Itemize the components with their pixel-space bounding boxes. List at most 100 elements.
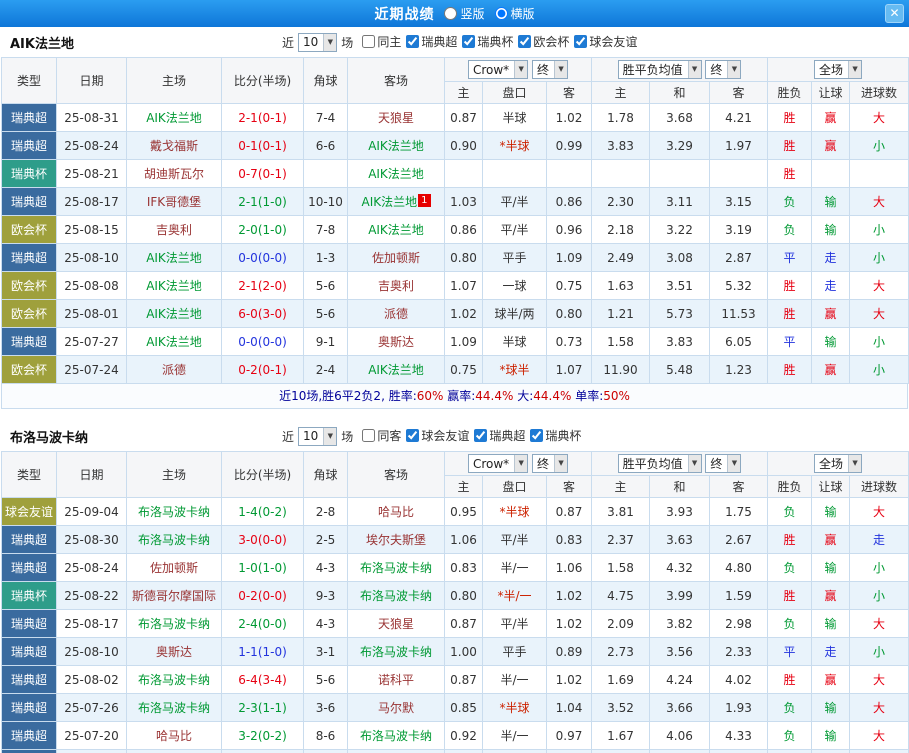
home-team-link[interactable]: 布洛马波卡纳 xyxy=(138,673,210,687)
layout-horizontal-option[interactable]: 横版 xyxy=(494,5,535,22)
home-team-link[interactable]: 派德 xyxy=(162,363,186,377)
away-team-link[interactable]: 马尔默 xyxy=(378,701,414,715)
result-cell: 胜 xyxy=(767,159,813,188)
filter-checkbox-input[interactable] xyxy=(406,429,420,442)
home-team-link[interactable]: AIK法兰地 xyxy=(146,111,202,125)
away-team-link[interactable]: AIK法兰地 xyxy=(368,223,424,237)
section-header: 布洛马波卡纳 近 10 ▼ 场 同客 球会友谊 瑞典超 瑞典杯 xyxy=(0,421,909,451)
filter-checkbox-0-1[interactable]: 瑞典超 xyxy=(406,33,457,50)
count-select[interactable]: 10 ▼ xyxy=(298,426,338,446)
filter-checkbox-input[interactable] xyxy=(462,35,476,48)
goals-result-cell: 小 xyxy=(849,243,909,272)
filter-checkbox-1-2[interactable]: 瑞典超 xyxy=(474,427,525,444)
handicap-result-cell: 赢 xyxy=(811,581,851,610)
result-cell: 胜 xyxy=(767,525,813,554)
home-team-link[interactable]: AIK法兰地 xyxy=(146,335,202,349)
filter-checkbox-0-4[interactable]: 球会友谊 xyxy=(574,33,637,50)
handicap-cell: 一/球半 xyxy=(482,749,547,753)
away-team-cell: AIK法兰地 xyxy=(347,131,445,160)
games-label: 场 xyxy=(341,35,354,50)
home-team-link[interactable]: 布洛马波卡纳 xyxy=(138,617,210,631)
final-select[interactable]: 终 ▼ xyxy=(705,454,742,473)
away-team-link[interactable]: 派德 xyxy=(384,307,408,321)
match-row: 瑞典超 25-08-10 奥斯达 1-1(1-0) 3-1 布洛马波卡纳 1.00 平手 0.8… xyxy=(1,637,909,666)
away-team-link[interactable]: 佐加顿斯 xyxy=(372,251,420,265)
filter-checkbox-1-3[interactable]: 瑞典杯 xyxy=(530,427,581,444)
horizontal-radio[interactable] xyxy=(494,7,508,20)
home-team-link[interactable]: 戴戈福斯 xyxy=(150,139,198,153)
away-team-link[interactable]: 埃尔夫斯堡 xyxy=(366,533,426,547)
final-select[interactable]: 终 ▼ xyxy=(532,59,569,79)
home-team-link[interactable]: 斯德哥尔摩国际 xyxy=(132,589,216,603)
final-select[interactable]: 终 ▼ xyxy=(705,60,742,79)
filter-checkbox-1-0[interactable]: 同客 xyxy=(362,427,401,444)
league-badge: 欧会杯 xyxy=(1,355,57,384)
home-team-link[interactable]: AIK法兰地 xyxy=(146,279,202,293)
home-team-link[interactable]: AIK法兰地 xyxy=(146,307,202,321)
vertical-radio[interactable] xyxy=(444,7,458,20)
away-team-link[interactable]: 吉奥利 xyxy=(378,279,414,293)
layout-vertical-option[interactable]: 竖版 xyxy=(444,5,485,22)
away-team-link[interactable]: 布洛马波卡纳 xyxy=(360,645,432,659)
filter-checkbox-0-3[interactable]: 欧会杯 xyxy=(518,33,569,50)
handicap-result-cell xyxy=(811,159,851,188)
filter-checkbox-1-1[interactable]: 球会友谊 xyxy=(406,427,469,444)
odds-away-cell: 1.07 xyxy=(546,355,592,384)
home-team-link[interactable]: 布洛马波卡纳 xyxy=(138,533,210,547)
away-team-link[interactable]: 哈马比 xyxy=(378,505,414,519)
scope-select[interactable]: 全场 ▼ xyxy=(814,454,863,473)
close-icon[interactable]: ✕ xyxy=(885,4,904,23)
away-team-link[interactable]: AIK法兰地 xyxy=(368,139,424,153)
home-team-link[interactable]: AIK法兰地 xyxy=(146,251,202,265)
filter-checkbox-input[interactable] xyxy=(574,35,588,48)
wdl-avg-select[interactable]: 胜平负均值 ▼ xyxy=(617,454,702,473)
chevron-down-icon: ▼ xyxy=(848,455,862,472)
home-team-link[interactable]: 奥斯达 xyxy=(156,645,192,659)
final-select-value: 终 xyxy=(537,456,550,471)
filter-checkbox-0-2[interactable]: 瑞典杯 xyxy=(462,33,513,50)
score-cell: 0-2(0-0) xyxy=(221,581,304,610)
filter-checkbox-input[interactable] xyxy=(474,429,488,442)
away-team-link[interactable]: 天狼星 xyxy=(378,111,414,125)
away-team-link[interactable]: AIK法兰地 xyxy=(362,195,418,209)
handicap-cell: 半/一 xyxy=(482,665,547,694)
filter-checkbox-input[interactable] xyxy=(530,429,544,442)
filter-checkbox-0-0[interactable]: 同主 xyxy=(362,33,401,50)
wdl-avg-select[interactable]: 胜平负均值 ▼ xyxy=(617,60,702,79)
bookmaker-select[interactable]: Crow* ▼ xyxy=(467,454,529,474)
filter-checkbox-input[interactable] xyxy=(518,35,532,48)
filter-checkbox-input[interactable] xyxy=(362,429,376,442)
avg-draw-cell: 4.24 xyxy=(649,665,710,694)
away-team-link[interactable]: 布洛马波卡纳 xyxy=(360,589,432,603)
home-team-link[interactable]: 布洛马波卡纳 xyxy=(138,505,210,519)
final-select[interactable]: 终 ▼ xyxy=(532,453,569,473)
red-card-badge: 1 xyxy=(418,194,431,207)
away-team-link[interactable]: 布洛马波卡纳 xyxy=(360,729,432,743)
bookmaker-select[interactable]: Crow* ▼ xyxy=(467,60,529,80)
count-select[interactable]: 10 ▼ xyxy=(298,32,338,52)
home-team-link[interactable]: 吉奥利 xyxy=(156,223,192,237)
league-badge: 瑞典超 xyxy=(1,187,57,216)
away-team-link[interactable]: 布洛马波卡纳 xyxy=(360,561,432,575)
scope-select[interactable]: 全场 ▼ xyxy=(814,60,863,79)
away-team-link[interactable]: 天狼星 xyxy=(378,617,414,631)
home-team-link[interactable]: IFK哥德堡 xyxy=(147,195,201,209)
filter-checkbox-input[interactable] xyxy=(406,35,420,48)
summary-text: 近10场,胜6平2负2, 胜率: xyxy=(279,389,417,403)
away-team-link[interactable]: 奥斯达 xyxy=(378,335,414,349)
avg-draw-cell: 3.29 xyxy=(649,131,710,160)
avg-home-cell: 2.09 xyxy=(591,609,650,638)
away-team-link[interactable]: 诺科平 xyxy=(378,673,414,687)
home-team-link[interactable]: 胡迪斯瓦尔 xyxy=(144,167,204,181)
handicap-result-cell: 走 xyxy=(811,637,851,666)
away-team-link[interactable]: AIK法兰地 xyxy=(368,167,424,181)
result-cell: 胜 xyxy=(767,299,813,328)
away-team-link[interactable]: AIK法兰地 xyxy=(368,363,424,377)
filter-checkbox-input[interactable] xyxy=(362,35,376,48)
home-team-link[interactable]: 哈马比 xyxy=(156,729,192,743)
chevron-down-icon: ▼ xyxy=(554,454,568,472)
home-team-link[interactable]: 佐加顿斯 xyxy=(150,561,198,575)
avg-home-cell: 2.73 xyxy=(591,637,650,666)
home-team-link[interactable]: 布洛马波卡纳 xyxy=(138,701,210,715)
match-date: 25-08-17 xyxy=(56,609,127,638)
